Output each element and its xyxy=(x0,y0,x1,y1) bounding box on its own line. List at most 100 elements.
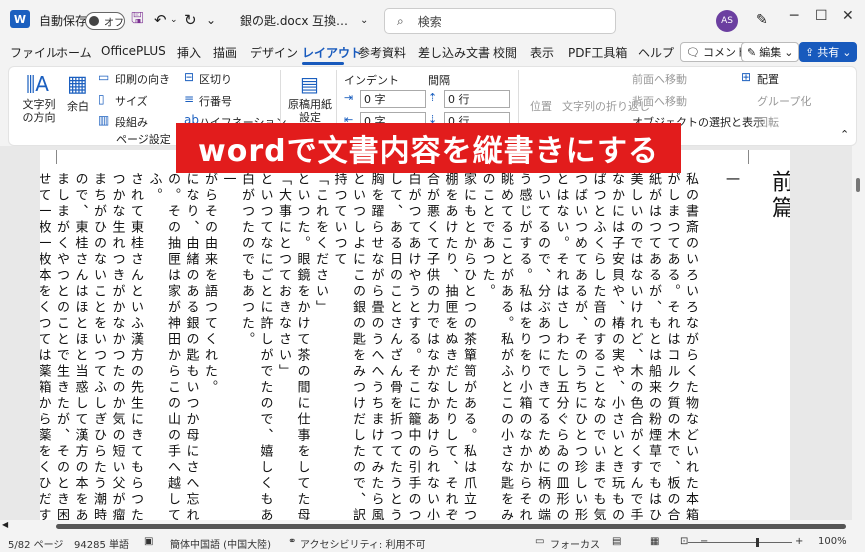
text-column: 持つていつて xyxy=(331,172,347,268)
columns-button[interactable]: 段組み xyxy=(115,114,148,130)
minimize-button[interactable]: ─ xyxy=(790,8,798,24)
undo-dropdown-icon[interactable]: ⌄ xyxy=(170,0,178,40)
align-icon: ⊞ xyxy=(741,70,752,84)
avatar[interactable]: AS xyxy=(716,10,738,32)
tab-help[interactable]: ヘルプ xyxy=(638,44,674,61)
text-column: 棚をあけたり、抽匣をぬきだしたりして、それぞれの手ごた xyxy=(442,172,458,520)
filename-dropdown-icon[interactable]: ⌄ xyxy=(360,0,368,40)
text-column: のことであつた。 xyxy=(479,172,495,300)
redo-icon[interactable]: ↻ xyxy=(184,0,197,40)
line-numbers-button[interactable]: 行番号 xyxy=(199,93,232,109)
maximize-button[interactable]: ☐ xyxy=(815,8,828,24)
align-button[interactable]: 配置 xyxy=(757,71,779,87)
indent-label: インデント xyxy=(344,74,399,87)
save-icon[interactable]: 🖫 xyxy=(131,0,144,40)
size-button[interactable]: サイズ xyxy=(115,93,148,109)
autosave-label: 自動保存 xyxy=(39,13,88,28)
text-column: せて一枚一枚本をくつては薬箱から薬をくひだす様子は xyxy=(40,172,51,520)
genkou-button[interactable]: 原稿用紙設定 xyxy=(288,98,332,124)
word-app-icon[interactable]: W xyxy=(10,10,30,28)
zoom-in-icon[interactable]: + xyxy=(795,536,803,547)
rotate-button[interactable]: 回転 xyxy=(757,114,779,130)
autosave-toggle[interactable]: オフ xyxy=(85,12,125,30)
zoom-slider[interactable] xyxy=(688,538,792,547)
text-direction-button[interactable]: 文字列の方向 xyxy=(19,98,59,124)
breaks-icon: ⊟ xyxy=(184,70,195,84)
pen-icon[interactable]: ✎ xyxy=(756,0,768,40)
text-column: 眺めてることがある。私がふとこの小さな匙をみつけたのは xyxy=(498,172,513,520)
tab-review[interactable]: 校閲 xyxy=(493,44,517,61)
word-count[interactable]: 94285 単語 xyxy=(74,536,129,551)
text-column: がしまつてある。それはコルク質の木で、板の合せめごとに xyxy=(664,172,680,520)
vertical-scrollbar[interactable] xyxy=(852,146,865,520)
language-indicator[interactable]: 簡体中国語 (中国大陸) xyxy=(170,536,271,551)
text-column: とはない。それはさしわたし五分ぐらゐの皿形の頭にわ xyxy=(553,172,569,520)
share-label: 共有 xyxy=(817,46,840,59)
tab-file[interactable]: ファイル xyxy=(10,44,58,61)
comment-icon: 🗨 xyxy=(686,45,700,59)
tab-layout[interactable]: レイアウト xyxy=(302,44,362,61)
accessibility-status[interactable]: アクセシビリティ: 利用不可 xyxy=(300,536,425,551)
space-before-input[interactable]: 0 行 xyxy=(444,90,510,108)
bring-forward-button[interactable]: 前面へ移動 xyxy=(632,71,687,87)
tab-mailings[interactable]: 差し込み文書 xyxy=(418,44,490,61)
orientation-button[interactable]: 印刷の向き xyxy=(115,71,170,87)
text-column: 一 xyxy=(220,172,236,188)
line-numbers-icon: ≡ xyxy=(184,92,195,106)
margins-button[interactable]: 余白 xyxy=(67,98,89,114)
indent-left-input[interactable]: 0 字 xyxy=(360,90,426,108)
tab-home[interactable]: ホーム xyxy=(56,44,92,61)
share-button[interactable]: ⇪ 共有 ⌄ xyxy=(799,42,858,62)
send-backward-button[interactable]: 背面へ移動 xyxy=(632,93,687,109)
undo-icon[interactable]: ↶ xyxy=(154,0,167,40)
scroll-thumb[interactable] xyxy=(56,524,846,529)
margins-icon: ▦ xyxy=(67,72,88,97)
collapse-ribbon-icon[interactable]: ⌃ xyxy=(840,128,849,141)
document-heading: 前篇 xyxy=(768,170,790,222)
read-mode-icon[interactable]: ▤ xyxy=(612,536,621,547)
page-count[interactable]: 5/82 ページ xyxy=(8,536,63,551)
size-icon: ▯ xyxy=(98,92,105,106)
text-column: う感じがする。私はをりをり小箱のなかからそれをとりだし xyxy=(516,172,532,520)
breaks-button[interactable]: 区切り xyxy=(199,71,232,87)
print-layout-icon[interactable]: ▦ xyxy=(650,536,659,547)
indent-left-icon: ⇥ xyxy=(344,91,354,104)
text-column: 白がつてあけやうとする。そこに籠中の引手のついた小抽匣が、それ xyxy=(405,172,421,520)
quick-access-dropdown-icon[interactable]: ⌄ xyxy=(206,0,216,40)
tab-references[interactable]: 参考資料 xyxy=(358,44,406,61)
margin-marker xyxy=(748,150,749,164)
tab-insert[interactable]: 挿入 xyxy=(177,44,201,61)
close-button[interactable]: ✕ xyxy=(842,8,854,24)
zoom-level[interactable]: 100% xyxy=(818,536,847,547)
tab-view[interactable]: 表示 xyxy=(530,44,554,61)
text-column: 家にもとからひとつの茶簞笥がある。私は爪立つてやつと xyxy=(461,172,476,520)
search-box[interactable]: ⌕ 検索 xyxy=(384,8,616,34)
horizontal-scrollbar[interactable]: ◀ xyxy=(0,520,852,532)
group-button[interactable]: グループ化 xyxy=(757,93,811,109)
group-page-setup-label: ページ設定 xyxy=(116,133,171,146)
scroll-left-icon[interactable]: ◀ xyxy=(2,520,8,529)
tab-pdf-tools[interactable]: PDF工具箱 xyxy=(568,44,627,61)
text-column: 紙がはつてあるが、もとは船来の粉煙草でもはひつてゐたも xyxy=(646,172,661,520)
tab-draw[interactable]: 描画 xyxy=(213,44,237,61)
genkou-icon: ▤ xyxy=(300,72,319,96)
tab-officeplus[interactable]: OfficePLUS xyxy=(101,44,166,58)
document-filename: 銀の匙.docx xyxy=(240,13,309,28)
search-icon: ⌕ xyxy=(397,13,404,28)
zoom-slider-thumb[interactable] xyxy=(756,538,759,547)
text-column: といつしよにこの銀の匙をみつけだしたので、訳もなくほし xyxy=(350,172,365,520)
scroll-thumb[interactable] xyxy=(856,178,860,192)
proofing-icon[interactable]: ▣ xyxy=(144,536,153,547)
text-column: 美しいのではないけれど、木の色合がくすんで手ざわりの柔い xyxy=(627,172,643,520)
text-column: して、ある日のことさんざん骨を折つてたうとう無理やりにひ xyxy=(387,172,402,520)
edit-mode-button[interactable]: ✎ 編集 ⌄ xyxy=(741,42,800,62)
tab-design[interactable]: デザイン xyxy=(250,44,298,61)
text-column: になり、由緒のある銀の匙もいつか母にさへ忘れられてた xyxy=(183,172,199,520)
text-column: ぱつとふくらした音のすることなのでいまでも気にいつてゐる xyxy=(590,172,606,520)
position-button[interactable]: 位置 xyxy=(530,98,552,114)
accessibility-icon: ⚭ xyxy=(288,536,297,547)
focus-mode-button[interactable]: フォーカス xyxy=(550,536,600,551)
document-page[interactable]: 前篇 一 私の書斎のいろいろながらくた物などいれた本箱の抽匣ひき がしまつてある。… xyxy=(40,150,790,520)
compat-mode-label: 互換… xyxy=(312,13,349,28)
text-column: がらその由来を語つてくれた。 xyxy=(202,172,217,396)
